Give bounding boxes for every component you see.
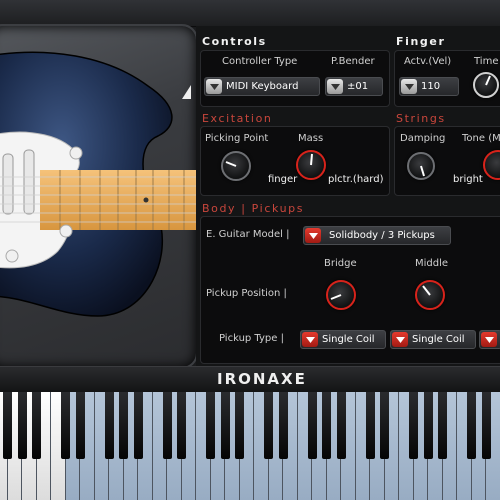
time-knob[interactable] [471,70,500,100]
piano-black-key[interactable] [365,392,375,459]
piano-black-key[interactable] [380,392,389,459]
controls-title: Controls [202,35,267,48]
activ-value: 110 [421,81,441,92]
activ-dropdown[interactable]: 110 [399,77,459,96]
mass-value: plctr.(hard) [328,174,384,185]
dropdown-arrow-icon [206,79,222,94]
piano-black-key[interactable] [32,392,41,459]
pickup-type-label: Pickup Type | [219,333,284,344]
dropdown-arrow-icon [401,79,417,94]
piano-black-key[interactable] [177,392,186,459]
controller-type-label: Controller Type [222,56,298,67]
middle-pickup-knob[interactable] [412,277,448,313]
middle-label: Middle [415,258,449,269]
piano-black-key[interactable] [119,392,128,459]
mass-knob[interactable] [293,147,329,183]
picking-point-label: Picking Point [205,133,269,144]
piano-black-key[interactable] [162,392,172,459]
piano-black-key[interactable] [467,392,476,459]
piano-black-key[interactable] [220,392,230,459]
tone-knob[interactable] [480,147,500,183]
strings-title: Strings [396,112,446,125]
piano-black-key[interactable] [409,392,418,459]
piano-black-key[interactable] [61,392,70,459]
piano-black-key[interactable] [3,392,12,459]
pickup-type-value-bridge: Single Coil [322,334,375,345]
damping-knob[interactable] [404,149,438,183]
piano-black-key[interactable] [423,392,433,459]
strap-button [182,85,191,99]
excitation-title: Excitation [202,112,273,125]
piano-black-key[interactable] [481,392,491,459]
piano-black-key[interactable] [75,392,85,459]
piano-keyboard[interactable] [0,392,500,500]
controller-type-dropdown[interactable]: MIDI Keyboard [204,77,320,96]
activ-label: Actv.(Vel) [404,56,452,67]
e-guitar-model-dropdown[interactable]: Solidbody / 3 Pickups [303,226,451,245]
mass-label: Mass [298,133,324,144]
time-label: Time [474,56,499,67]
pickup-type-dropdown-neck[interactable] [479,330,500,349]
electric-guitar-image [0,51,196,317]
piano-black-key[interactable] [336,392,346,459]
dropdown-arrow-icon [327,79,343,94]
dropdown-arrow-icon [392,332,408,347]
dropdown-arrow-icon [302,332,318,347]
piano-black-key[interactable] [438,392,447,459]
pbender-label: P.Bender [331,56,375,67]
ironaxe-logo: IRONAXE [217,370,307,388]
piano-black-key[interactable] [206,392,215,459]
e-guitar-model-value: Solidbody / 3 Pickups [329,230,435,241]
piano-black-key[interactable] [17,392,27,459]
dropdown-arrow-icon [481,332,497,347]
piano-black-key[interactable] [264,392,273,459]
e-guitar-model-label: E. Guitar Model | [206,229,290,240]
damping-label: Damping [400,133,446,144]
controller-type-value: MIDI Keyboard [226,81,299,92]
piano-black-key[interactable] [278,392,288,459]
piano-black-key[interactable] [104,392,114,459]
piano-black-key[interactable] [133,392,143,459]
piano-black-key[interactable] [307,392,317,459]
dropdown-arrow-icon [305,228,321,243]
tone-value: bright [453,174,483,185]
piano-black-key[interactable] [322,392,331,459]
bridge-label: Bridge [324,258,357,269]
pickup-type-value-middle: Single Coil [412,334,465,345]
top-strip [0,0,500,27]
body-pickups-title: Body | Pickups [202,202,305,215]
guitar-image-panel [0,24,198,369]
piano-black-key[interactable] [235,392,244,459]
pickup-type-dropdown-bridge[interactable]: Single Coil [300,330,386,349]
tone-label: Tone (M [462,133,500,144]
pbender-dropdown[interactable]: ±01 [325,77,383,96]
picking-point-knob[interactable] [218,148,254,184]
pbender-value: ±01 [347,81,369,92]
pickup-position-label: Pickup Position | [206,288,287,299]
pickup-type-dropdown-middle[interactable]: Single Coil [390,330,476,349]
bridge-pickup-knob[interactable] [323,277,359,313]
